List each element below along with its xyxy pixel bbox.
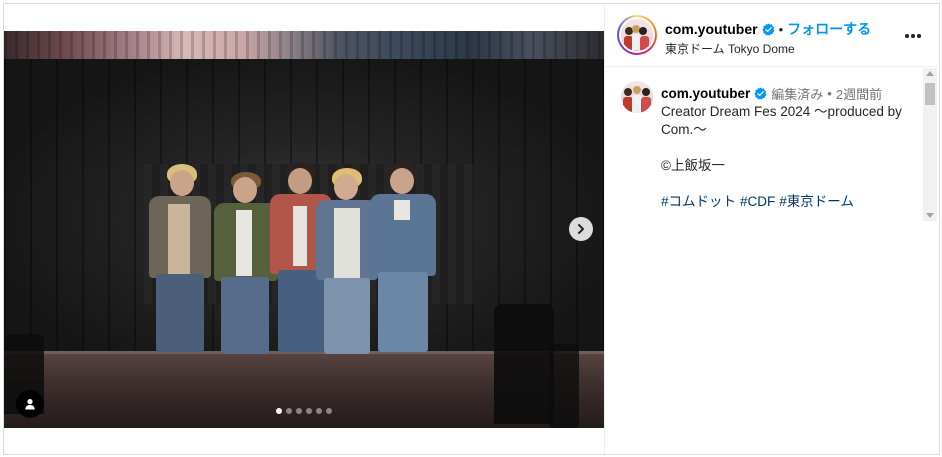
performer-5 [366,162,440,354]
scroll-down-arrow-icon[interactable] [926,213,934,218]
performer-1 [144,164,214,354]
caption-username[interactable]: com.youtuber [661,86,750,101]
location-link[interactable]: 東京ドーム Tokyo Dome [665,40,795,57]
avatar-image [621,19,653,51]
stage-equipment-right [494,304,554,424]
profile-avatar[interactable] [617,15,657,55]
hashtag-link[interactable]: #コムドット [661,194,736,209]
post-media[interactable] [4,4,604,428]
media-top-margin [4,4,604,32]
hashtag-link[interactable]: #東京ドーム [779,194,854,209]
caption-comment: com.youtuber 編集済み • 2週間前 Creator Dream F… [605,68,925,224]
post-dialog: com.youtuber • フォローする 東京ドーム Tokyo Dome c… [3,3,940,455]
stage-equipment-right-2 [549,344,579,428]
verified-badge-icon [754,87,767,100]
tagged-users-button[interactable] [16,390,44,418]
caption-line-title: Creator Dream Fes 2024 ～produced by Com.… [661,104,902,137]
chevron-right-icon [578,224,584,234]
carousel-dot [286,408,292,414]
caption-credit: ©上飯坂一 [661,158,725,173]
caption-separator: • [827,86,832,101]
comments-scrollbar[interactable] [923,68,937,221]
person-icon [25,399,35,410]
hashtag-link[interactable]: #CDF [740,194,775,209]
carousel-dot [296,408,302,414]
post-header: com.youtuber • フォローする 東京ドーム Tokyo Dome [605,4,940,67]
verified-badge-icon [761,22,775,36]
scrollbar-thumb[interactable] [925,83,935,105]
edited-label: 編集済み [771,87,824,102]
caption-text: Creator Dream Fes 2024 ～produced by Com.… [661,103,919,211]
caption-avatar[interactable] [621,81,653,113]
scroll-up-arrow-icon[interactable] [926,71,934,76]
carousel-next-button[interactable] [569,217,593,241]
follow-button[interactable]: フォローする [787,19,871,39]
carousel-dot [326,408,332,414]
carousel-dot [306,408,312,414]
header-username[interactable]: com.youtuber [665,21,758,37]
post-side-pane: com.youtuber • フォローする 東京ドーム Tokyo Dome c… [604,4,940,454]
header-separator: • [778,21,784,37]
caption-hashtags: #コムドット #CDF #東京ドーム [661,193,919,211]
carousel-dot [316,408,322,414]
post-timestamp[interactable]: 2週間前 [836,84,882,103]
more-options-icon[interactable] [903,26,923,46]
carousel-indicator [276,408,332,414]
stage-led-screen [4,31,604,59]
carousel-dot [276,408,282,414]
